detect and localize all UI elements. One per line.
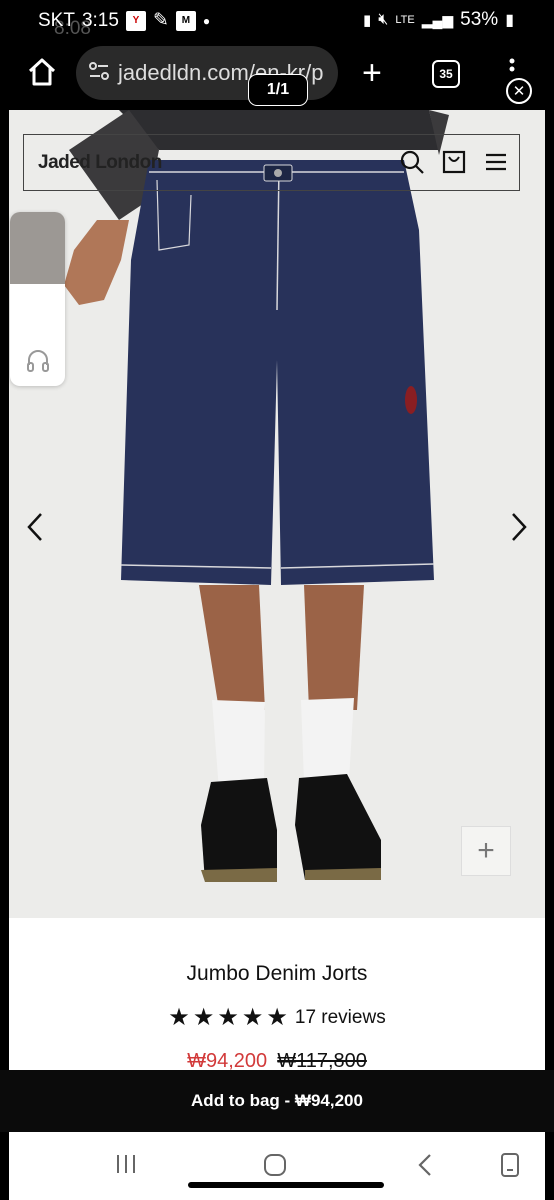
chevron-left-icon[interactable] [25,512,45,547]
battery-saver-icon: ▮ [362,12,372,29]
volume-panel[interactable] [10,212,65,386]
system-nav-bar [9,1132,545,1200]
battery-label: 53% [460,9,499,30]
more-notifications-icon: ● [202,13,211,28]
new-tab-icon[interactable]: + [362,56,382,90]
network-label: LTE [395,14,415,26]
volume-slider[interactable] [10,212,65,284]
menu-icon[interactable] [508,58,516,77]
sale-price: ₩94,200 [187,1050,268,1070]
price-row: ₩94,200 ₩117,800 [9,1050,545,1070]
tab-switcher-button[interactable]: 35 [432,60,460,88]
app-notification-icon: Y [125,10,146,31]
star-icon: ★ [168,1004,190,1031]
mute-icon: 🔇︎ [378,11,389,28]
original-price: ₩117,800 [277,1050,367,1070]
browser-toolbar: jadedldn.com/en-kr/p + 35 1/1 [0,40,554,110]
site-header: Jaded London [23,134,520,191]
edit-notification-icon: ✎ [152,10,169,31]
add-to-bag-button[interactable]: Add to bag - ₩94,200 [0,1070,554,1132]
gesture-bar [188,1182,384,1188]
star-icon: ★ [266,1004,288,1031]
chevron-right-icon[interactable] [509,512,529,547]
status-bar: 8:08 SKT 3:15 Y ✎ M ● ▮ 🔇︎ LTE ▂▄▆ 53% ▮ [0,0,554,40]
search-icon[interactable] [399,149,425,180]
header-icons [399,149,509,180]
status-left: SKT 3:15 Y ✎ M ● [38,9,210,32]
site-settings-icon[interactable] [88,60,110,87]
product-title: Jumbo Denim Jorts [186,962,368,985]
headphones-icon[interactable] [25,347,51,378]
hamburger-menu-icon[interactable] [483,149,509,180]
star-icon: ★ [217,1004,239,1031]
clock: 3:15 [81,9,119,31]
back-icon[interactable] [415,1152,435,1183]
bag-icon[interactable] [441,149,467,180]
zoom-plus-button[interactable]: + [461,826,511,876]
status-right: ▮ 🔇︎ LTE ▂▄▆ 53% ▮ [363,9,514,31]
rating[interactable]: ★ ★ ★ ★ ★ 17 reviews [9,1006,545,1030]
battery-icon: ▮ [505,12,514,29]
gmail-notification-icon: M [175,10,196,31]
product-photo [64,110,449,882]
web-page: Jaded London + Jumbo Denim Jorts ★ ★ ★ ★ [9,110,545,1070]
page-counter: 1/1 [248,74,308,106]
recents-icon[interactable] [114,1152,138,1183]
home-icon[interactable] [26,56,58,93]
product-image [9,110,545,918]
home-nav-icon[interactable] [262,1152,288,1183]
phone-icon[interactable] [499,1152,521,1183]
signal-icon: ▂▄▆ [421,11,454,28]
site-logo[interactable]: Jaded London [38,152,162,174]
close-icon[interactable]: ✕ [506,78,532,104]
star-icon: ★ [241,1004,264,1031]
carrier-label: SKT [38,9,75,31]
reviews-link[interactable]: 17 reviews [295,1007,386,1029]
star-icon: ★ [192,1004,215,1031]
